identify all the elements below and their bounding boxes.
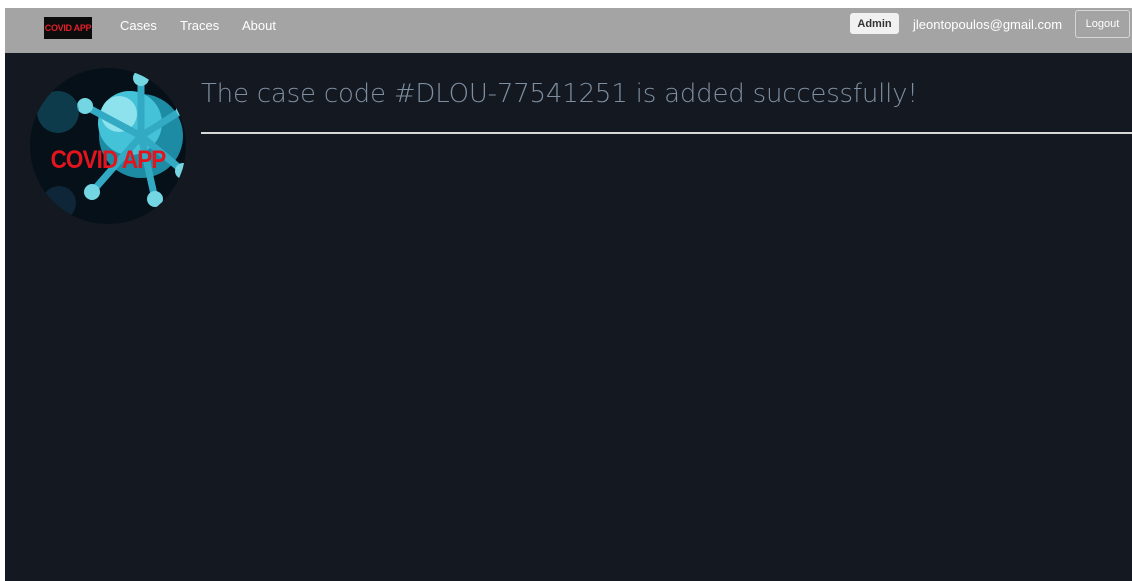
logout-button[interactable]: Logout [1075,10,1130,38]
admin-badge: Admin [850,13,899,34]
virus-logo-icon: COVID APP [30,68,186,224]
logo-text: COVID APP [50,146,167,174]
message-divider [201,132,1132,134]
brand-logo[interactable]: COVID APP [44,17,92,39]
nav-link-traces[interactable]: Traces [180,17,219,35]
success-message: The case code #DLOU-77541251 is added su… [201,79,918,109]
nav-link-about[interactable]: About [242,17,276,35]
app-window: COVID APP Cases Traces About Admin jleon… [5,8,1132,581]
user-email: jleontopoulos@gmail.com [913,17,1063,32]
nav-link-cases[interactable]: Cases [120,17,157,35]
top-navbar: COVID APP Cases Traces About Admin jleon… [5,8,1132,53]
